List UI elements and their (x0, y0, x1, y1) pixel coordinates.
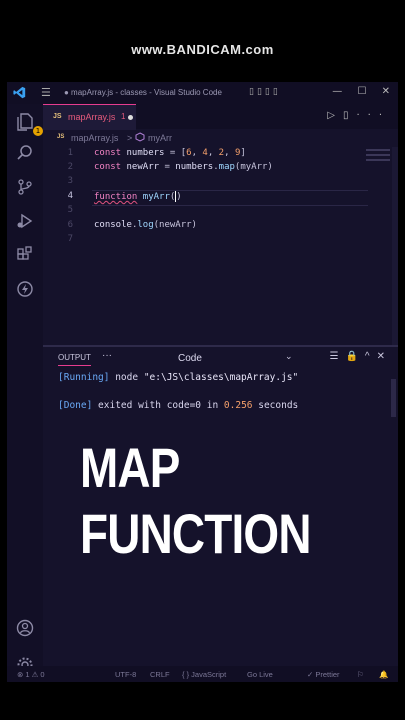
output-line: [Running] node "e:\JS\classes\mapArray.j… (58, 372, 299, 383)
hamburger-menu-icon[interactable]: ☰ (41, 86, 51, 99)
layout-toggle-icons[interactable]: ▯▯▯▯ (249, 87, 281, 97)
code-line: 7 (43, 234, 398, 248)
code-line: 1 const numbers = [6, 4, 2, 9] (43, 148, 398, 162)
status-encoding[interactable]: UTF-8 (115, 670, 136, 679)
panel-header: OUTPUT ··· Code ⌄ ☰🔒^✕ (43, 347, 398, 369)
activity-bar: 1 (7, 104, 43, 673)
code-editor[interactable]: 1 const numbers = [6, 4, 2, 9] 2 const n… (43, 147, 398, 345)
vscode-logo-icon (13, 86, 26, 99)
unsaved-dot-icon[interactable] (128, 115, 133, 120)
tab-problems-count: 1 (121, 112, 126, 121)
search-icon[interactable] (15, 144, 35, 164)
tab-output[interactable]: OUTPUT (58, 353, 91, 366)
code-line: 3 (43, 176, 398, 190)
line-number: 5 (67, 205, 73, 215)
output-line: [Done] exited with code=0 in 0.256 secon… (58, 400, 299, 411)
code-line: 5 (43, 205, 398, 219)
output-scrollbar[interactable] (391, 379, 396, 417)
status-eol[interactable]: CRLF (150, 670, 170, 679)
editor-scrollbar[interactable] (392, 147, 398, 345)
status-prettier[interactable]: ✓ Prettier (307, 670, 340, 679)
line-number: 3 (67, 176, 73, 186)
code-line-current: 4 function myArr() (43, 191, 398, 205)
code-line: 2 const newArr = numbers.map(myArr) (43, 162, 398, 176)
caption-line-1: MAP (80, 436, 180, 499)
js-file-icon: JS (57, 134, 65, 140)
explorer-badge: 1 (33, 126, 43, 136)
tab-mapArray-js[interactable]: JS mapArray.js 1 (43, 104, 136, 130)
vscode-window: ☰ ● mapArray.js - classes - Visual Studi… (7, 82, 398, 682)
status-bar: ⊗ 1 ⚠ 0 UTF-8 CRLF { } JavaScript Go Liv… (7, 666, 398, 682)
source-control-icon[interactable] (15, 178, 35, 198)
line-number: 1 (67, 148, 73, 158)
code-line: 6 console.log(newArr) (43, 220, 398, 234)
bandicam-watermark: www.BANDICAM.com (131, 42, 274, 57)
editor-actions[interactable]: ▷▯··· (327, 110, 390, 121)
output-channel-select[interactable]: Code (178, 353, 202, 364)
js-file-icon: JS (53, 113, 62, 120)
line-number: 6 (67, 220, 73, 230)
extensions-icon[interactable] (15, 246, 35, 266)
window-controls[interactable]: — ☐ ✕ (332, 86, 390, 97)
breadcrumb-file[interactable]: mapArray.js (71, 133, 118, 143)
run-debug-icon[interactable] (15, 212, 35, 232)
caption-line-2: FUNCTION (80, 502, 311, 565)
line-number: 7 (67, 234, 73, 244)
editor-tab-bar: JS mapArray.js 1 ▷▯··· (43, 104, 398, 130)
chevron-down-icon[interactable]: ⌄ (285, 351, 293, 362)
line-number: 4 (67, 191, 73, 201)
minimap[interactable] (366, 149, 390, 179)
feedback-icon[interactable]: ⚐ (357, 670, 364, 679)
panel-actions[interactable]: ☰🔒^✕ (330, 351, 393, 362)
lightning-icon[interactable] (15, 280, 35, 300)
account-icon[interactable] (15, 619, 35, 639)
notifications-icon[interactable]: 🔔 (379, 670, 388, 679)
title-bar: ☰ ● mapArray.js - classes - Visual Studi… (7, 82, 398, 104)
status-problems[interactable]: ⊗ 1 ⚠ 0 (17, 670, 45, 679)
line-number: 2 (67, 162, 73, 172)
status-go-live[interactable]: Go Live (247, 670, 273, 679)
breadcrumb: JS mapArray.js > myArr (43, 129, 398, 147)
breadcrumb-symbol[interactable]: myArr (148, 133, 172, 143)
tab-label: mapArray.js (68, 112, 116, 122)
status-language[interactable]: { } JavaScript (182, 670, 226, 679)
caption-overlay: MAP FUNCTION (80, 435, 311, 567)
more-icon[interactable]: ··· (102, 350, 112, 361)
breadcrumb-separator: > (127, 133, 133, 143)
function-symbol-icon (135, 132, 145, 142)
window-title: ● mapArray.js - classes - Visual Studio … (64, 88, 222, 97)
files-icon[interactable]: 1 (15, 112, 43, 136)
